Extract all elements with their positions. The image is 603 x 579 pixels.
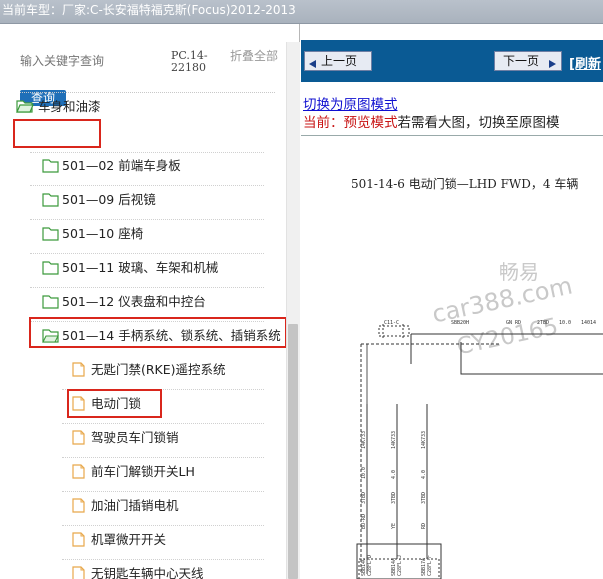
content-panel: 上一页 下一页 [刷新 切换为原图模式 当前：预览模式若需看大图，切换至原图模 … bbox=[301, 24, 603, 579]
tree-group-label: 501—10 座椅 bbox=[62, 226, 144, 241]
folder-icon bbox=[42, 226, 59, 248]
divider bbox=[62, 559, 264, 560]
tree-group-label: 501—02 前端车身板 bbox=[62, 158, 181, 173]
document-icon bbox=[72, 464, 85, 486]
tree-doc-label: 前车门解锁开关LH bbox=[91, 464, 195, 479]
tree-doc-label: 无匙门禁(RKE)遥控系统 bbox=[91, 362, 226, 377]
folder-icon bbox=[42, 260, 59, 282]
folder-icon bbox=[42, 192, 59, 214]
arrow-left-icon bbox=[308, 56, 317, 74]
wire-label: SBB20H bbox=[451, 320, 469, 326]
divider bbox=[20, 92, 275, 93]
divider bbox=[30, 253, 264, 254]
wire-label: 10.0 bbox=[361, 467, 367, 479]
wire-label: 3TBD bbox=[391, 492, 397, 504]
wire-label: 10.0 bbox=[559, 320, 571, 326]
tree-root-body-paint[interactable]: 车身和油漆 bbox=[16, 96, 266, 118]
scrollbar-thumb[interactable] bbox=[288, 324, 298, 579]
refresh-link[interactable]: [刷新 bbox=[569, 53, 601, 72]
tree-doc-label: 加油门插销电机 bbox=[91, 498, 179, 513]
wire-label: C28FL-D bbox=[367, 555, 373, 576]
tree-doc-label: 驾驶员车门锁销 bbox=[91, 430, 179, 445]
divider bbox=[62, 491, 264, 492]
wire-label: 14K733 bbox=[361, 431, 367, 449]
divider bbox=[62, 457, 264, 458]
document-icon bbox=[72, 566, 85, 579]
wire-label: 14K733 bbox=[421, 431, 427, 449]
divider bbox=[30, 185, 264, 186]
wire-top bbox=[410, 333, 603, 364]
collapse-all-button[interactable]: 折叠全部 bbox=[230, 50, 278, 63]
wire-frame-dashed bbox=[360, 343, 501, 574]
diagram-title: 501-14-6 电动门锁—LHD FWD，4 车辆 bbox=[351, 177, 579, 191]
current-mode-hint: 若需看大图，切换至原图模 bbox=[397, 115, 560, 131]
wire-label: 14K733 bbox=[391, 431, 397, 449]
wire-label: 4.0 bbox=[391, 470, 397, 479]
wire-label: 2TBD bbox=[537, 320, 549, 326]
wire-label: 3TBD bbox=[421, 492, 427, 504]
search-input[interactable] bbox=[20, 52, 160, 70]
current-mode-line: 当前：预览模式若需看大图，切换至原图模 bbox=[303, 111, 560, 131]
wire-label: 14014 bbox=[581, 320, 596, 326]
wiring-diagram: C11-C SBB20H GN RD 2TBD 10.0 14014 BU-RD… bbox=[356, 320, 603, 579]
wire-label: C28FL-J bbox=[397, 555, 403, 576]
document-icon bbox=[72, 362, 85, 384]
folder-icon bbox=[42, 158, 59, 180]
switch-original-mode-link[interactable]: 切换为原图模式 bbox=[303, 93, 398, 113]
divider bbox=[30, 152, 264, 153]
document-icon bbox=[72, 430, 85, 452]
highlight-box bbox=[13, 119, 101, 148]
wire-label: 4.0 bbox=[421, 470, 427, 479]
divider bbox=[62, 423, 264, 424]
prev-page-button[interactable]: 上一页 bbox=[304, 51, 372, 71]
tree-group-label: 501—11 玻璃、车架和机械 bbox=[62, 260, 219, 275]
wire-label: GN RD bbox=[506, 320, 521, 326]
wire-label: C11-C bbox=[384, 320, 399, 326]
current-mode-value: 预览模式 bbox=[343, 115, 398, 131]
tree-group-label: 501—09 后视镜 bbox=[62, 192, 156, 207]
current-mode-label: 当前： bbox=[303, 115, 344, 131]
tree-doc-label: 机罩微开开关 bbox=[91, 532, 167, 547]
current-model-value: 厂家:C-长安福特福克斯(Focus)2012-2013 bbox=[62, 3, 296, 17]
window-title-bar: 当前车型：厂家:C-长安福特福克斯(Focus)2012-2013 bbox=[0, 0, 603, 24]
wire-label: 3TBD bbox=[361, 492, 367, 504]
tree-group-label: 501—12 仪表盘和中控台 bbox=[62, 294, 206, 309]
open-folder-icon bbox=[16, 99, 34, 121]
tree-root-label: 车身和油漆 bbox=[38, 99, 101, 114]
wire-label: YE bbox=[391, 523, 397, 529]
highlight-box bbox=[67, 389, 162, 418]
wire-right bbox=[460, 342, 603, 375]
divider bbox=[301, 135, 603, 136]
pc-code-label: PC.14-22180 bbox=[171, 49, 208, 74]
wire-label: RD bbox=[421, 523, 427, 529]
connector-c12 bbox=[378, 325, 410, 337]
highlight-box bbox=[29, 317, 287, 348]
divider bbox=[30, 219, 264, 220]
arrow-right-icon bbox=[548, 56, 557, 74]
document-icon bbox=[72, 532, 85, 554]
document-icon bbox=[72, 498, 85, 520]
next-page-button[interactable]: 下一页 bbox=[494, 51, 562, 71]
prev-page-label: 上一页 bbox=[321, 54, 358, 68]
divider bbox=[30, 287, 264, 288]
wire-label: BU-RD bbox=[361, 514, 367, 529]
divider bbox=[62, 525, 264, 526]
folder-icon bbox=[42, 294, 59, 316]
current-model-label: 当前车型： bbox=[2, 3, 63, 17]
next-page-label: 下一页 bbox=[503, 54, 540, 68]
catalog-sidebar: 查询 PC.14-22180 折叠全部 车身和油漆 501—02 前端车身板 5… bbox=[0, 24, 300, 579]
tree-doc-label: 无钥匙车辆中心天线 bbox=[91, 566, 204, 579]
page-nav-bar: 上一页 下一页 [刷新 bbox=[301, 40, 603, 82]
wire-label: C28FL-F bbox=[427, 555, 433, 576]
